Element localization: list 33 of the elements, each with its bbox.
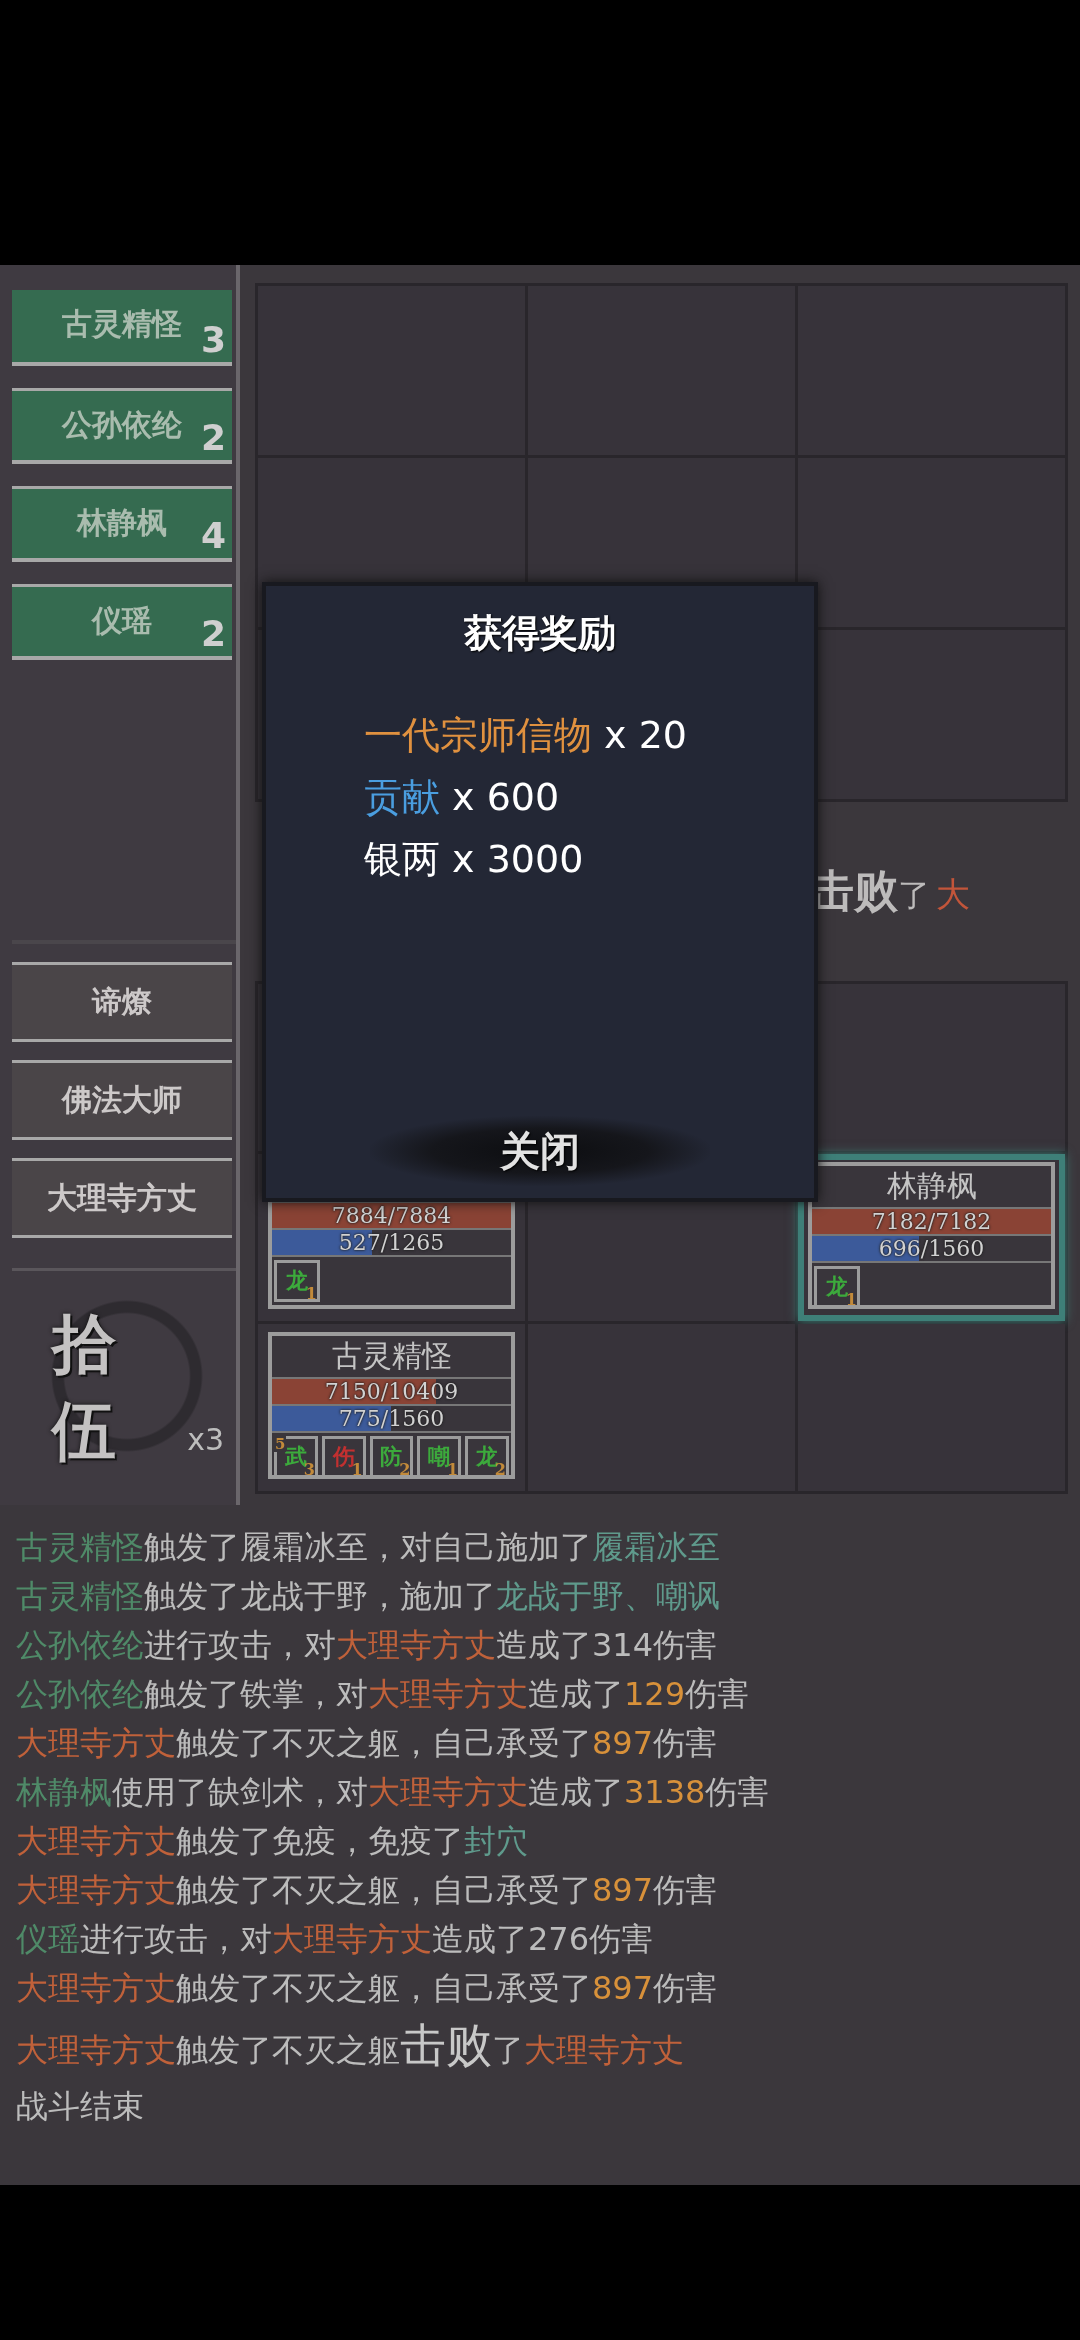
buff-stack: 5 xyxy=(274,1436,287,1452)
hp-value: 7182/7182 xyxy=(871,1209,992,1234)
log-line: 公孙依纶进行攻击，对大理寺方丈造成了314伤害 xyxy=(16,1625,719,1666)
enemy-button[interactable]: 佛法大师 xyxy=(12,1060,232,1140)
hp-value: 7150/10409 xyxy=(324,1379,459,1404)
reward-line: 银两 x 3000 xyxy=(364,836,585,883)
log-line: 古灵精怪触发了履霜冰至，对自己施加了履霜冰至 xyxy=(16,1527,721,1568)
log-line: 大理寺方丈触发了不灭之躯击败了 大理寺方丈 xyxy=(16,2017,685,2074)
log-line: 古灵精怪触发了龙战于野，施加了龙战于野、嘲讽 xyxy=(16,1576,721,1617)
round-counter: 拾伍 xyxy=(52,1305,117,1470)
dialog-title: 获得奖励 xyxy=(464,610,616,657)
reward-line: 一代宗师信物 x 20 xyxy=(364,712,688,759)
log-line: 大理寺方丈触发了免疫，免疫了封穴 xyxy=(16,1821,529,1862)
enemy-button[interactable]: 大理寺方丈 xyxy=(12,1158,232,1238)
buff-label: 龙 xyxy=(286,1266,308,1293)
enemy-button[interactable]: 谛燎 xyxy=(12,962,232,1042)
log-line: 大理寺方丈触发了不灭之躯，自己承受了 897伤害 xyxy=(16,1723,719,1764)
log-line: 仪瑶进行攻击，对大理寺方丈造成了276伤害 xyxy=(16,1919,655,1960)
log-line: 大理寺方丈触发了不灭之躯，自己承受了 897伤害 xyxy=(16,1870,719,1911)
log-line: 大理寺方丈触发了不灭之躯，自己承受了 897伤害 xyxy=(16,1968,719,2009)
round-multiplier: x3 xyxy=(187,1422,224,1457)
buff-label: 龙 xyxy=(826,1272,848,1299)
unit-name: 古灵精怪 xyxy=(331,1337,452,1375)
unit-name: 林静枫 xyxy=(886,1167,977,1205)
log-line: 公孙依纶触发了铁掌，对大理寺方丈造成了 129伤害 xyxy=(16,1674,751,1715)
log-line: 林静枫使用了缺剑术，对大理寺方丈造成了 3138伤害 xyxy=(16,1772,771,1813)
team-member-button[interactable]: 公孙依纶 2 xyxy=(12,388,232,464)
hp-value: 7884/7884 xyxy=(331,1203,452,1228)
team-member-button[interactable]: 古灵精怪 3 xyxy=(12,290,232,366)
reward-line: 贡献 x 600 xyxy=(364,774,561,821)
log-line: 战斗结束 xyxy=(16,2086,145,2127)
team-member-button[interactable]: 林静枫 4 xyxy=(12,486,232,562)
team-member-button[interactable]: 仪瑶 2 xyxy=(12,584,232,660)
